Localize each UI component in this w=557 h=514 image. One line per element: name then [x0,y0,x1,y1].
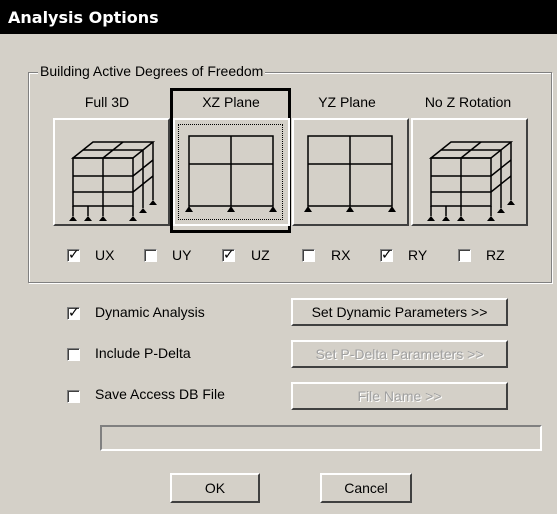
label-ux: UX [95,247,115,263]
plane-button-no-z-rotation[interactable] [411,118,528,226]
checkbox-rx[interactable] [302,249,315,262]
label-include-p-delta: Include P-Delta [95,345,191,361]
label-rz: RZ [486,247,505,263]
plane-label-full-3d: Full 3D [84,94,130,110]
3d-frame-icon [427,141,515,221]
checkbox-ux[interactable]: ✓ [67,247,80,263]
label-ry: RY [408,247,428,263]
checkbox-uy[interactable] [144,249,157,262]
cancel-button[interactable]: Cancel [320,473,412,503]
filename-field[interactable] [100,425,542,451]
plane-button-full-3d[interactable] [53,118,170,226]
label-uz: UZ [251,247,270,263]
file-name-button[interactable]: File Name >> [291,382,508,410]
set-dynamic-parameters-button[interactable]: Set Dynamic Parameters >> [291,298,508,326]
3d-frame-icon [69,141,157,221]
label-save-access-db: Save Access DB File [95,386,225,402]
checkbox-dynamic-analysis[interactable]: ✓ [67,305,80,321]
focus-indicator [178,124,283,220]
ok-button[interactable]: OK [170,473,260,503]
checkbox-uz[interactable]: ✓ [222,247,235,263]
checkbox-include-p-delta[interactable] [67,348,80,361]
checkbox-save-access-db[interactable] [67,390,80,403]
label-rx: RX [331,247,351,263]
check-mark-icon: ✓ [68,305,80,321]
checkbox-rz[interactable] [458,249,471,262]
dof-group-label: Building Active Degrees of Freedom [38,63,266,79]
check-mark-icon: ✓ [223,247,235,263]
check-mark-icon: ✓ [381,247,393,263]
plane-button-yz[interactable] [292,118,409,226]
check-mark-icon: ✓ [68,247,80,263]
window-title: Analysis Options [8,8,159,27]
set-p-delta-parameters-button[interactable]: Set P-Delta Parameters >> [291,340,508,368]
title-bar: Analysis Options [0,0,557,34]
label-uy: UY [172,247,192,263]
plane-label-no-z-rotation: No Z Rotation [424,94,512,110]
plane-label-yz: YZ Plane [318,94,376,110]
label-dynamic-analysis: Dynamic Analysis [95,304,205,320]
checkbox-ry[interactable]: ✓ [380,247,393,263]
2d-frame-icon [304,135,396,212]
